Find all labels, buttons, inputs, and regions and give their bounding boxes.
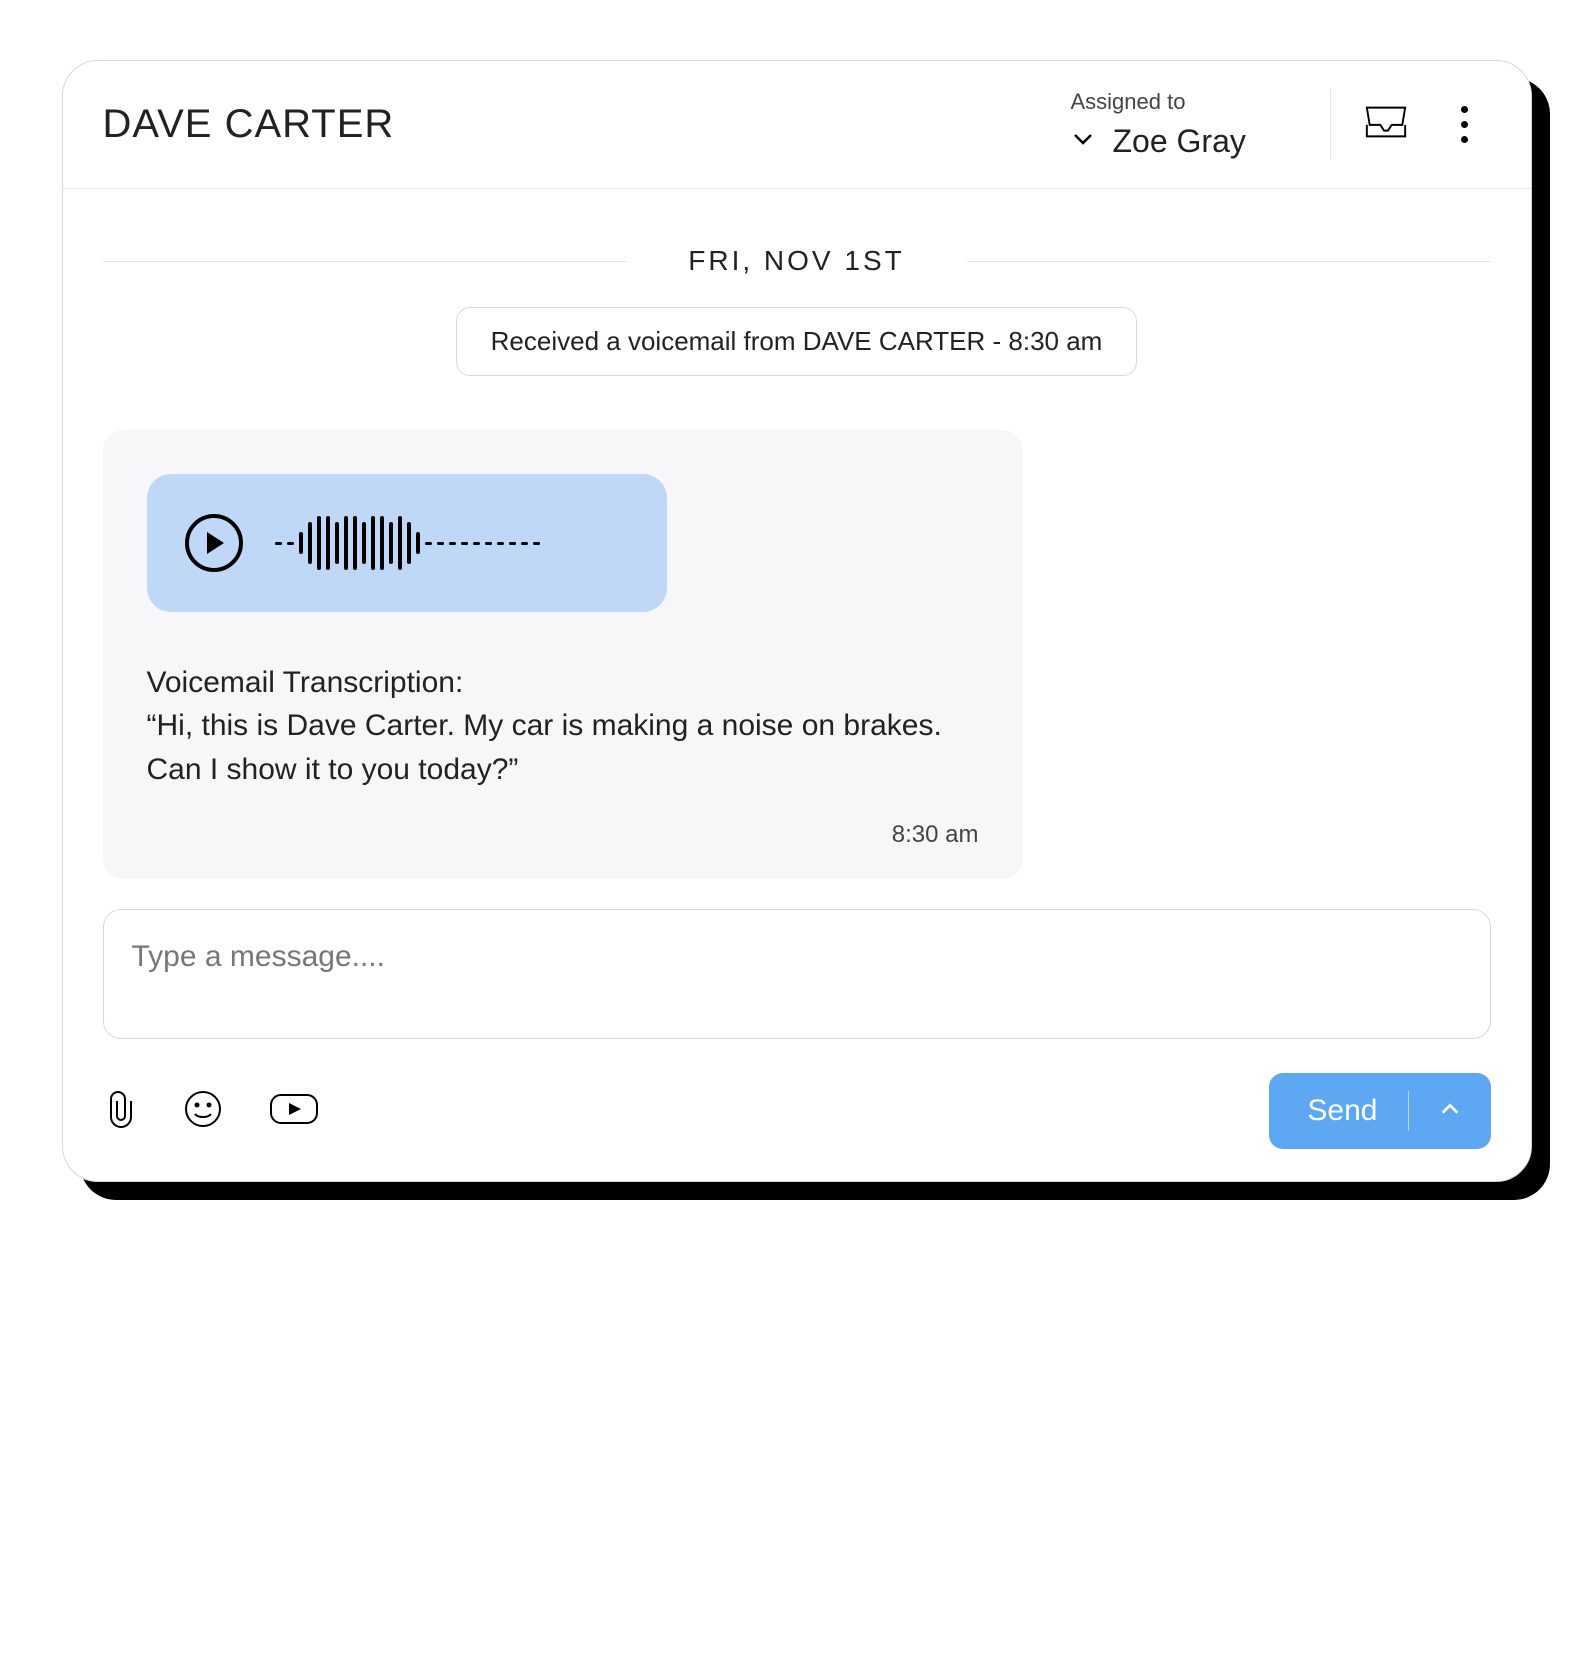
assigned-to-name: Zoe Gray: [1113, 123, 1246, 160]
send-divider: [1408, 1091, 1409, 1131]
transcription-text: “Hi, this is Dave Carter. My car is maki…: [147, 704, 979, 791]
message-composer: Type a message.... Send: [63, 879, 1531, 1181]
send-button-label: Send: [1307, 1094, 1377, 1128]
assigned-to-dropdown[interactable]: Zoe Gray: [1071, 123, 1282, 160]
header-actions: [1363, 103, 1491, 146]
conversation-header: DAVE CARTER Assigned to Zoe Gray: [63, 61, 1531, 189]
assigned-block: Assigned to Zoe Gray: [1071, 89, 1331, 160]
contact-name: DAVE CARTER: [103, 102, 1071, 147]
event-pill: Received a voicemail from DAVE CARTER - …: [456, 307, 1138, 376]
message-input[interactable]: Type a message....: [103, 909, 1491, 1039]
voicemail-bubble: Voicemail Transcription: “Hi, this is Da…: [103, 430, 1023, 879]
composer-toolbar: Send: [103, 1073, 1491, 1149]
attachment-icon[interactable]: [103, 1089, 139, 1134]
play-button[interactable]: [185, 514, 243, 572]
send-button[interactable]: Send: [1269, 1073, 1490, 1149]
chevron-up-icon: [1439, 1094, 1461, 1128]
chevron-down-icon: [1071, 127, 1095, 156]
transcription-label: Voicemail Transcription:: [147, 666, 979, 700]
assigned-to-label: Assigned to: [1071, 89, 1282, 115]
message-thread: FRI, NOV 1ST Received a voicemail from D…: [63, 189, 1531, 879]
inbox-icon[interactable]: [1363, 103, 1409, 146]
conversation-card: DAVE CARTER Assigned to Zoe Gray FRI, NO…: [62, 60, 1532, 1182]
message-timestamp: 8:30 am: [147, 821, 979, 849]
audio-player: [147, 474, 667, 612]
emoji-icon[interactable]: [183, 1089, 223, 1134]
more-options-button[interactable]: [1451, 106, 1479, 143]
audio-waveform-icon[interactable]: [275, 516, 540, 570]
video-icon[interactable]: [267, 1089, 321, 1134]
date-separator: FRI, NOV 1ST: [103, 245, 1491, 277]
